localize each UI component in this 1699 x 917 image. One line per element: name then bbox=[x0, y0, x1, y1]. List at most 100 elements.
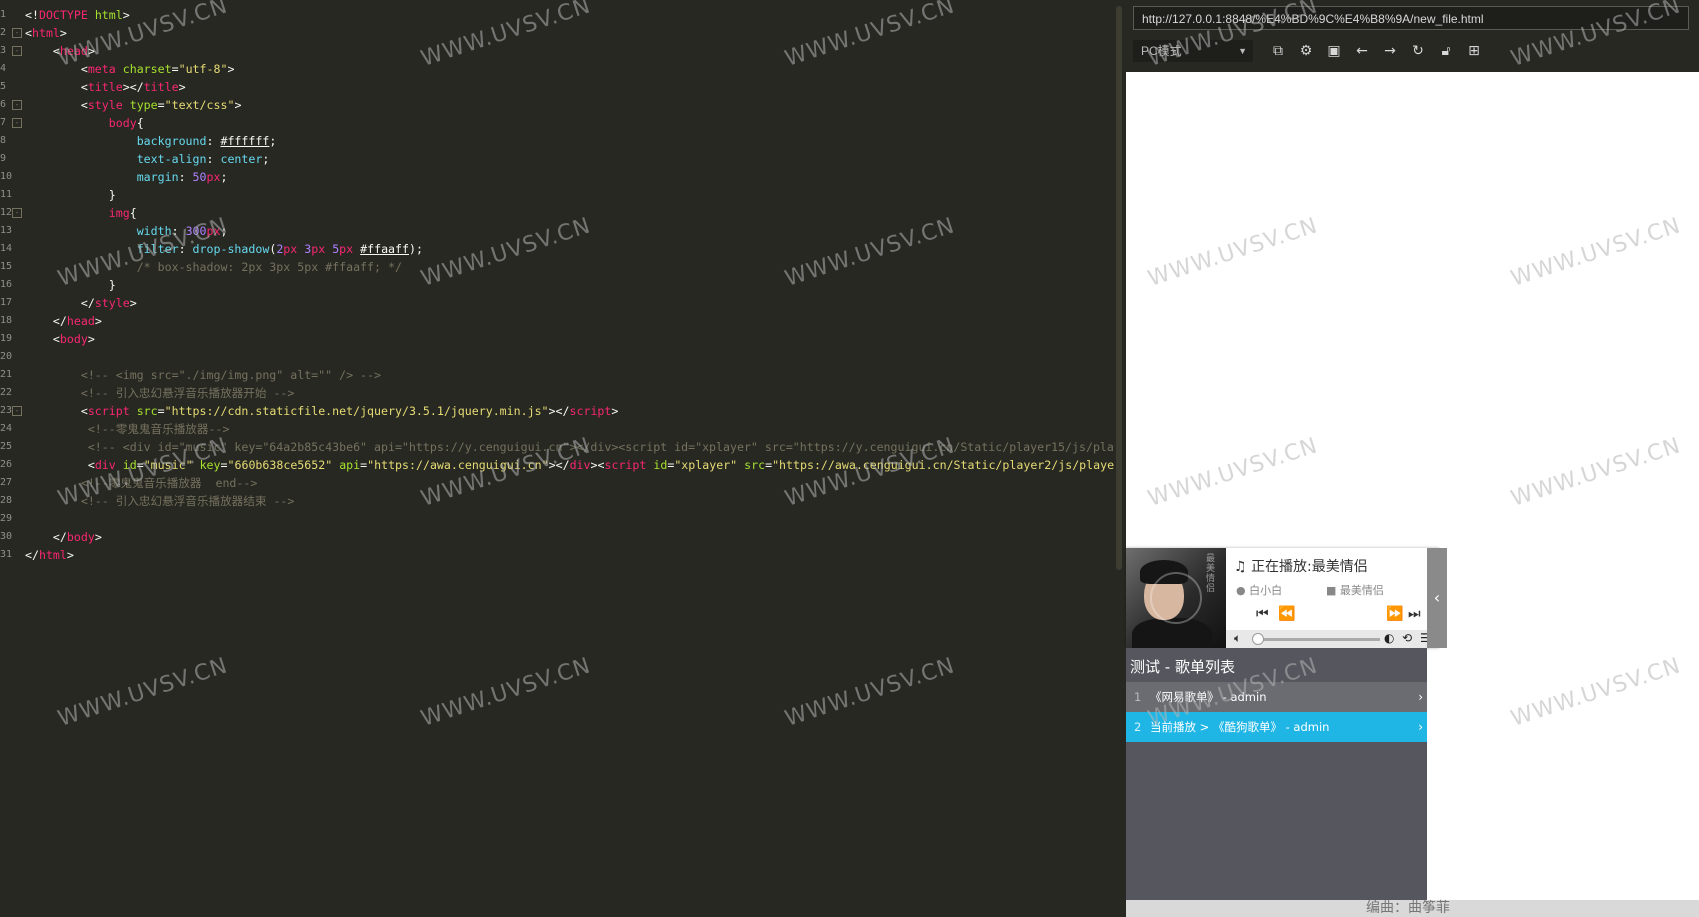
line-number: 10 bbox=[0, 171, 13, 182]
line-number: 26 bbox=[0, 459, 13, 470]
line-number: 3 bbox=[0, 45, 7, 56]
code-line[interactable]: 8 background: #ffffff; bbox=[0, 132, 1118, 150]
line-number: 16 bbox=[0, 279, 13, 290]
line-number: 11 bbox=[0, 189, 13, 200]
volume-slider[interactable] bbox=[1254, 638, 1380, 641]
line-number: 14 bbox=[0, 243, 13, 254]
line-number: 19 bbox=[0, 333, 13, 344]
code-line[interactable]: 4 <meta charset="utf-8"> bbox=[0, 60, 1118, 78]
code-line[interactable]: 5 <title></title> bbox=[0, 78, 1118, 96]
fast-forward-icon[interactable]: ⏩ bbox=[1386, 606, 1403, 622]
loop-icon[interactable]: ⟲ bbox=[1402, 631, 1412, 645]
artist-name: 白小白 bbox=[1249, 584, 1283, 597]
chevron-right-icon: › bbox=[1418, 720, 1423, 734]
volume-icon[interactable]: 🔈︎ bbox=[1234, 631, 1241, 646]
line-number: 13 bbox=[0, 225, 13, 236]
now-playing-title: ♫ 正在播放:最美情侣 bbox=[1234, 556, 1368, 576]
forward-icon[interactable]: → bbox=[1379, 40, 1401, 62]
code-line[interactable]: 19 <body> bbox=[0, 330, 1118, 348]
playlist-item-label: 《网易歌单》 - admin bbox=[1150, 690, 1267, 704]
code-line[interactable]: 11 } bbox=[0, 186, 1118, 204]
code-line[interactable]: 16 } bbox=[0, 276, 1118, 294]
code-line[interactable]: 23- <script src="https://cdn.staticfile.… bbox=[0, 402, 1118, 420]
code-line[interactable]: 28 <!-- 引入忠幻悬浮音乐播放器结束 --> bbox=[0, 492, 1118, 510]
code-editor[interactable]: 1 <!DOCTYPE html> 2- <html> 3- <head> 4 <meta… bbox=[0, 0, 1118, 917]
code-line[interactable]: 6- <style type="text/css"> bbox=[0, 96, 1118, 114]
line-number: 27 bbox=[0, 477, 13, 488]
code-line[interactable]: 31 </html> bbox=[0, 546, 1118, 564]
code-line[interactable]: 29 bbox=[0, 510, 1118, 528]
code-line[interactable]: 18 </head> bbox=[0, 312, 1118, 330]
line-number: 31 bbox=[0, 549, 13, 560]
code-line[interactable]: 2- <html> bbox=[0, 24, 1118, 42]
preview-toolbar: http://127.0.0.1:8848/%E4%BD%9C%E4%B8%9A… bbox=[1126, 0, 1699, 72]
line-number: 17 bbox=[0, 297, 13, 308]
skip-previous-icon[interactable]: ⏮ bbox=[1256, 606, 1269, 622]
code-line[interactable]: 7- body{ bbox=[0, 114, 1118, 132]
code-text: </head> bbox=[52, 314, 102, 328]
player-collapse-button[interactable]: ‹ bbox=[1427, 548, 1447, 648]
code-text: <body> bbox=[52, 332, 95, 346]
code-line[interactable]: 17 </style> bbox=[0, 294, 1118, 312]
skip-next-icon[interactable]: ⏭ bbox=[1408, 606, 1421, 622]
folder-icon: ■ bbox=[1326, 584, 1337, 597]
lyric-toggle-icon[interactable]: ◐ bbox=[1384, 631, 1394, 645]
grid-icon[interactable]: ⊞ bbox=[1463, 40, 1485, 62]
rewind-icon[interactable]: ⏪ bbox=[1278, 606, 1295, 622]
code-line[interactable]: 20 bbox=[0, 348, 1118, 366]
code-line[interactable]: 14 filter: drop-shadow(2px 3px 5px #ffaa… bbox=[0, 240, 1118, 258]
code-line[interactable]: 26 <div id="music" key="660b638ce5652" a… bbox=[0, 456, 1118, 474]
device-mode-select[interactable]: PC模式 ▼ bbox=[1133, 40, 1253, 62]
code-line[interactable]: 25 <!-- <div id="music" key="64a2b85c43b… bbox=[0, 438, 1118, 456]
code-line[interactable]: 30 </body> bbox=[0, 528, 1118, 546]
code-line[interactable]: 9 text-align: center; bbox=[0, 150, 1118, 168]
code-line[interactable]: 27 <!--零鬼鬼音乐播放器 end--> bbox=[0, 474, 1118, 492]
lyric-credit: 编曲：曲筝菲 bbox=[1366, 900, 1450, 916]
playlist-title: 测试 - 歌单列表 bbox=[1130, 658, 1235, 676]
url-input[interactable]: http://127.0.0.1:8848/%E4%BD%9C%E4%B8%9A… bbox=[1133, 6, 1689, 30]
fold-toggle-icon[interactable]: - bbox=[12, 46, 22, 56]
code-line[interactable]: 21 <!-- <img src="./img/img.png" alt="" … bbox=[0, 366, 1118, 384]
playlist-item-active[interactable]: 2 当前播放 > 《酷狗歌单》 - admin › bbox=[1126, 712, 1427, 742]
open-external-icon[interactable]: ⧉ bbox=[1267, 40, 1289, 62]
code-line[interactable]: 12- img{ bbox=[0, 204, 1118, 222]
code-line[interactable]: 15 /* box-shadow: 2px 3px 5px #ffaaff; *… bbox=[0, 258, 1118, 276]
editor-scrollbar[interactable] bbox=[1116, 6, 1122, 570]
album-cover[interactable]: 最美情侣 bbox=[1126, 548, 1226, 648]
line-number: 12 bbox=[0, 207, 13, 218]
lock-icon[interactable]: 🔓︎ bbox=[1435, 40, 1457, 62]
code-line[interactable]: 24 <!--零鬼鬼音乐播放器--> bbox=[0, 420, 1118, 438]
settings-icon[interactable]: ⚙ bbox=[1295, 40, 1317, 62]
fold-toggle-icon[interactable]: - bbox=[12, 100, 22, 110]
line-number: 29 bbox=[0, 513, 13, 524]
code-text: /* box-shadow: 2px 3px 5px #ffaaff; */ bbox=[136, 260, 402, 274]
code-line[interactable]: 3- <head> bbox=[0, 42, 1118, 60]
playlist-item[interactable]: 1 《网易歌单》 - admin › bbox=[1126, 682, 1427, 712]
line-number: 23 bbox=[0, 405, 13, 416]
fold-toggle-icon[interactable]: - bbox=[12, 208, 22, 218]
fold-toggle-icon[interactable]: - bbox=[12, 28, 22, 38]
code-line[interactable]: 22 <!-- 引入忠幻悬浮音乐播放器开始 --> bbox=[0, 384, 1118, 402]
code-text: <!-- <div id="music" key="64a2b85c43be6"… bbox=[87, 440, 1114, 454]
back-icon[interactable]: ← bbox=[1351, 40, 1373, 62]
console-icon[interactable]: ▣ bbox=[1323, 40, 1345, 62]
volume-slider-handle[interactable] bbox=[1252, 633, 1264, 645]
code-text: <html> bbox=[25, 26, 67, 40]
fold-toggle-icon[interactable]: - bbox=[12, 118, 22, 128]
code-text: <meta charset="utf-8"> bbox=[80, 62, 235, 76]
artist-meta: ● 白小白 bbox=[1236, 582, 1282, 598]
fold-toggle-icon[interactable]: - bbox=[12, 406, 22, 416]
chevron-down-icon: ▼ bbox=[1238, 46, 1247, 56]
code-line[interactable]: 10 margin: 50px; bbox=[0, 168, 1118, 186]
code-text: <!--零鬼鬼音乐播放器--> bbox=[87, 422, 230, 436]
refresh-icon[interactable]: ↻ bbox=[1407, 40, 1429, 62]
line-number: 15 bbox=[0, 261, 13, 272]
code-line[interactable]: 13 width: 300px; bbox=[0, 222, 1118, 240]
chevron-right-icon: › bbox=[1418, 690, 1423, 704]
code-text: img{ bbox=[108, 206, 137, 220]
line-number: 21 bbox=[0, 369, 13, 380]
line-number: 7 bbox=[0, 117, 7, 128]
playlist-item-number: 2 bbox=[1134, 720, 1142, 734]
code-line[interactable]: 1 <!DOCTYPE html> bbox=[0, 6, 1118, 24]
music-player: 最美情侣 ♫ 正在播放:最美情侣 ● 白小白 ■ 最美情侣 ⏮ ⏪ ⏩ ⏭ 🔈︎… bbox=[1126, 548, 1439, 648]
